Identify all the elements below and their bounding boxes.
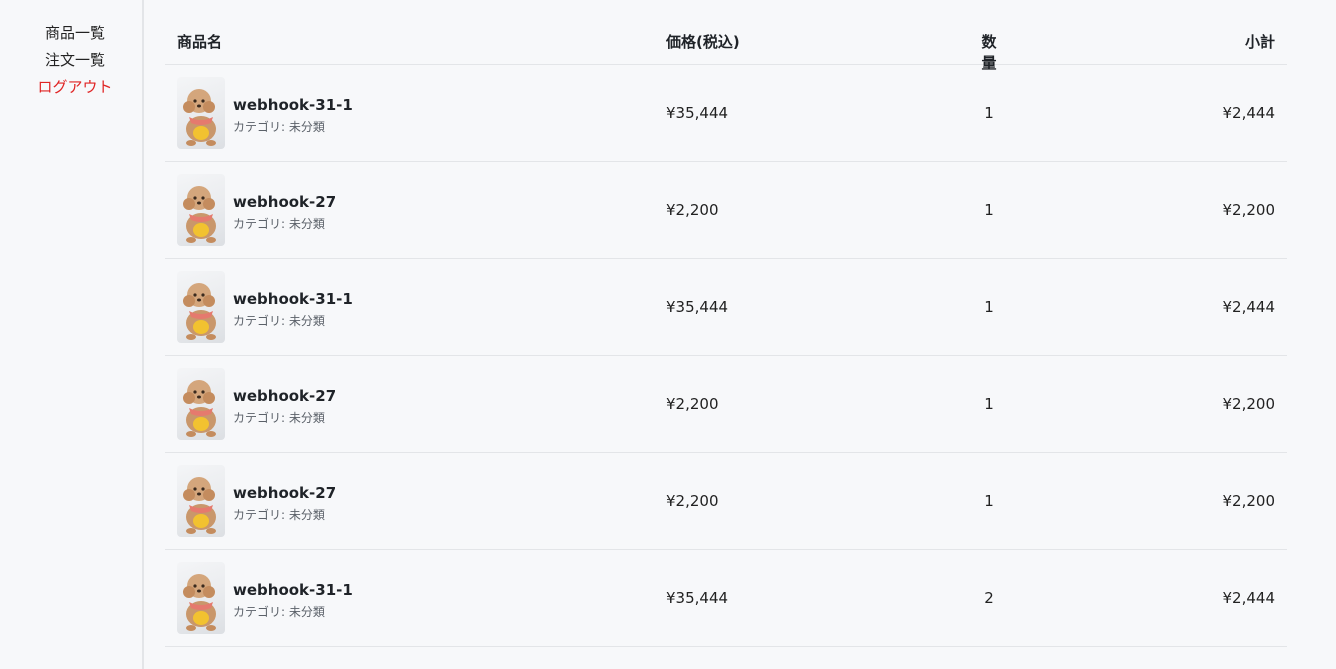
- dog-photo-icon: [183, 380, 216, 437]
- sidebar-item-products[interactable]: 商品一覧: [45, 20, 105, 47]
- table-body: webhook-31-1 カテゴリ: 未分類 ¥35,444 1 ¥2,444 …: [165, 65, 1287, 647]
- dog-photo-icon: [183, 574, 216, 631]
- product-thumbnail[interactable]: [177, 271, 225, 343]
- product-name[interactable]: webhook-31-1: [233, 96, 353, 114]
- product-quantity: 1: [984, 201, 994, 219]
- product-quantity: 1: [984, 298, 994, 316]
- table-row: webhook-27 カテゴリ: 未分類 ¥2,200 1 ¥2,200: [165, 356, 1287, 453]
- product-subtotal: ¥2,444: [1222, 589, 1276, 607]
- product-thumbnail[interactable]: [177, 562, 225, 634]
- product-thumbnail[interactable]: [177, 174, 225, 246]
- table-row: webhook-31-1 カテゴリ: 未分類 ¥35,444 2 ¥2,444: [165, 550, 1287, 647]
- product-price: ¥35,444: [666, 589, 729, 607]
- dog-photo-icon: [183, 477, 216, 534]
- product-thumbnail[interactable]: [177, 368, 225, 440]
- header-product-name: 商品名: [177, 33, 223, 51]
- product-quantity: 1: [984, 104, 994, 122]
- product-thumbnail[interactable]: [177, 77, 225, 149]
- dog-photo-icon: [183, 186, 216, 243]
- product-category: カテゴリ: 未分類: [233, 314, 325, 328]
- page: 商品一覧 注文一覧 ログアウト 商品名 価格(税込) 数量 小計 webhook…: [0, 0, 1336, 669]
- sidebar-nav: 商品一覧 注文一覧 ログアウト: [0, 20, 150, 101]
- dog-photo-icon: [183, 89, 216, 146]
- product-price: ¥2,200: [666, 395, 719, 413]
- product-subtotal: ¥2,444: [1222, 104, 1276, 122]
- product-thumbnail[interactable]: [177, 465, 225, 537]
- product-category: カテゴリ: 未分類: [233, 508, 325, 522]
- product-category: カテゴリ: 未分類: [233, 217, 325, 231]
- product-subtotal: ¥2,200: [1222, 201, 1276, 219]
- sidebar: 商品一覧 注文一覧 ログアウト: [0, 0, 144, 669]
- product-price: ¥2,200: [666, 492, 719, 510]
- product-name[interactable]: webhook-27: [233, 193, 336, 211]
- product-category: カテゴリ: 未分類: [233, 411, 325, 425]
- table-row: webhook-31-1 カテゴリ: 未分類 ¥35,444 1 ¥2,444: [165, 65, 1287, 162]
- product-price: ¥35,444: [666, 104, 729, 122]
- cart-table: 商品名 価格(税込) 数量 小計 webhook-31-1 カテゴリ: 未分類 …: [165, 16, 1287, 647]
- header-subtotal: 小計: [1244, 33, 1275, 51]
- product-price: ¥35,444: [666, 298, 729, 316]
- dog-photo-icon: [183, 283, 216, 340]
- product-quantity: 1: [984, 492, 994, 510]
- table-header: 商品名 価格(税込) 数量 小計: [165, 16, 1287, 72]
- product-subtotal: ¥2,444: [1222, 298, 1276, 316]
- product-name[interactable]: webhook-31-1: [233, 581, 353, 599]
- table-row: webhook-27 カテゴリ: 未分類 ¥2,200 1 ¥2,200: [165, 453, 1287, 550]
- product-name[interactable]: webhook-27: [233, 484, 336, 502]
- product-name[interactable]: webhook-27: [233, 387, 336, 405]
- product-category: カテゴリ: 未分類: [233, 605, 325, 619]
- table-row: webhook-31-1 カテゴリ: 未分類 ¥35,444 1 ¥2,444: [165, 259, 1287, 356]
- product-category: カテゴリ: 未分類: [233, 120, 325, 134]
- sidebar-item-orders[interactable]: 注文一覧: [45, 47, 105, 74]
- table-row: webhook-27 カテゴリ: 未分類 ¥2,200 1 ¥2,200: [165, 162, 1287, 259]
- product-price: ¥2,200: [666, 201, 719, 219]
- product-subtotal: ¥2,200: [1222, 492, 1276, 510]
- product-subtotal: ¥2,200: [1222, 395, 1276, 413]
- product-quantity: 1: [984, 395, 994, 413]
- product-quantity: 2: [984, 589, 994, 607]
- product-name[interactable]: webhook-31-1: [233, 290, 353, 308]
- sidebar-item-logout[interactable]: ログアウト: [37, 74, 112, 101]
- header-price: 価格(税込): [666, 33, 740, 51]
